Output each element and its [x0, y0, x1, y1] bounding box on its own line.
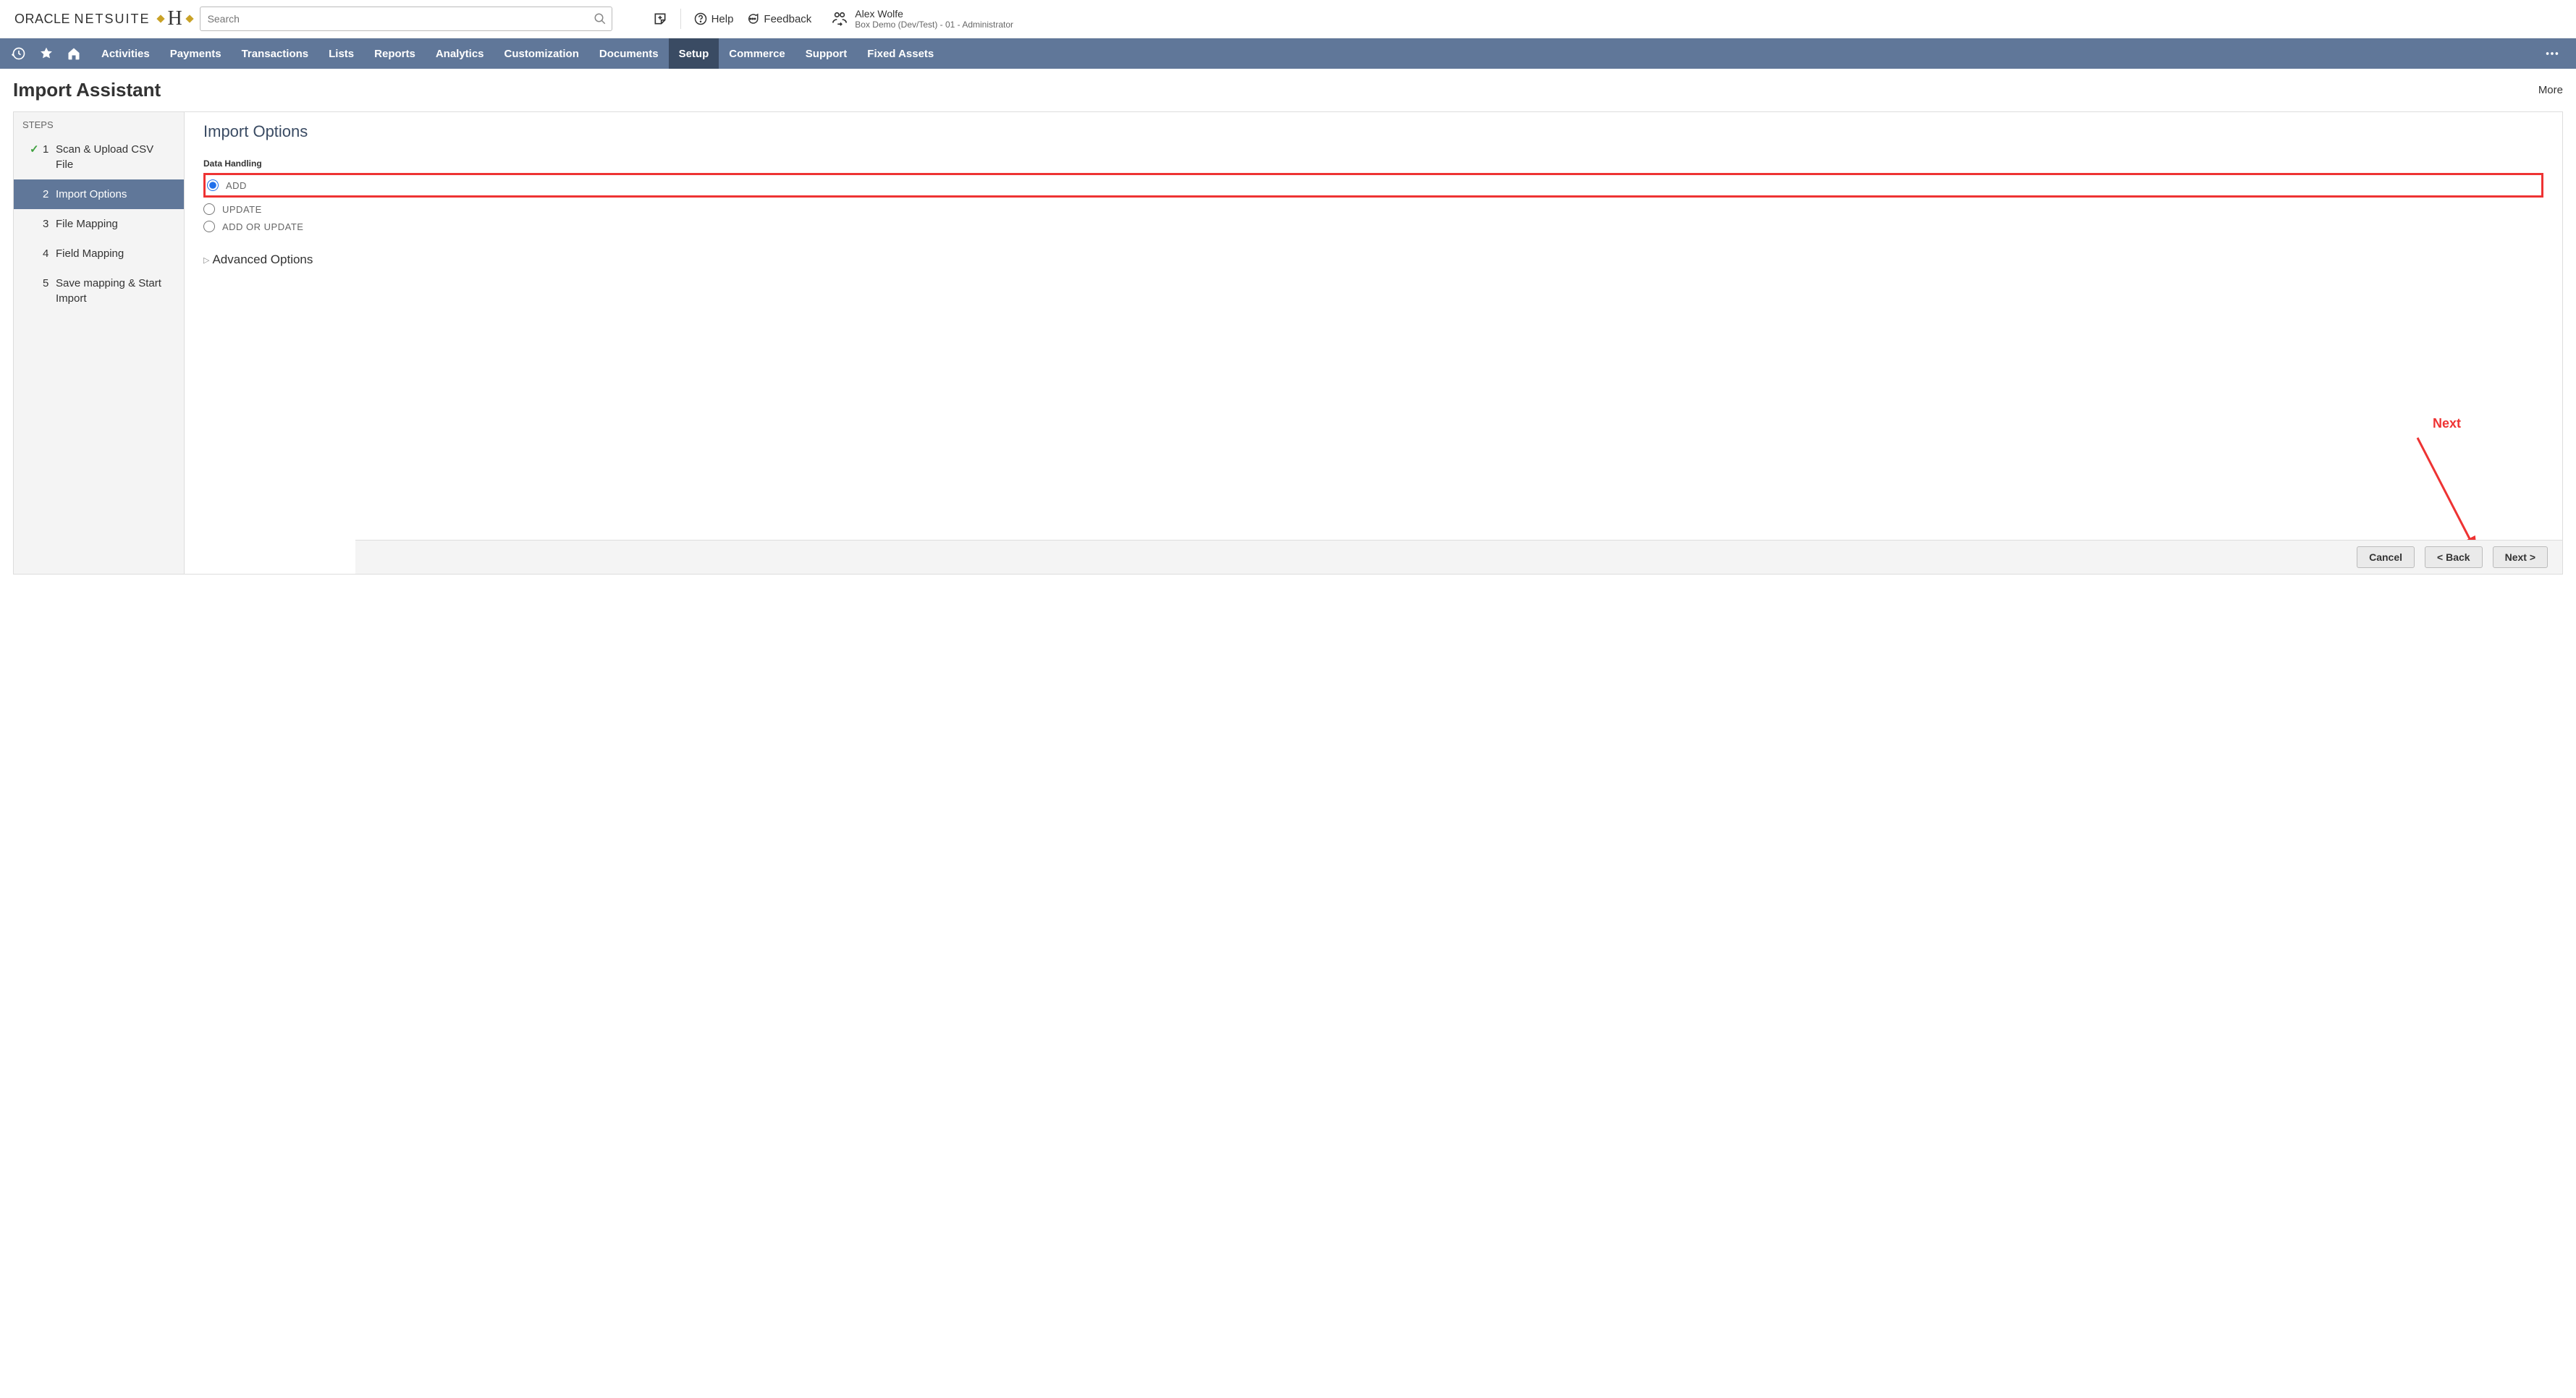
feedback-link[interactable]: Feedback [746, 12, 811, 25]
check-icon: ✓ [30, 142, 38, 172]
step-3[interactable]: 3 File Mapping [14, 209, 184, 239]
step-2[interactable]: 2 Import Options [14, 179, 184, 209]
nav-overflow-icon[interactable] [2537, 46, 2567, 62]
nav-tab-transactions[interactable]: Transactions [232, 38, 319, 69]
radio-row-add[interactable]: ADD [207, 177, 2537, 194]
search-input[interactable] [200, 7, 612, 31]
step-number: 4 [43, 246, 51, 261]
footer-bar: Cancel < Back Next > [355, 540, 2562, 574]
step-label: Scan & Upload CSV File [56, 142, 174, 172]
main-heading: Import Options [203, 122, 2543, 141]
page-title: Import Assistant [13, 79, 161, 101]
navbar: ActivitiesPaymentsTransactionsListsRepor… [0, 38, 2576, 69]
role-switch-icon [832, 11, 848, 27]
next-button[interactable]: Next > [2493, 546, 2548, 568]
cancel-button[interactable]: Cancel [2357, 546, 2415, 568]
user-box[interactable]: Alex Wolfe Box Demo (Dev/Test) - 01 - Ad… [832, 8, 1013, 30]
radio-update[interactable] [203, 203, 215, 215]
search-icon[interactable] [594, 12, 607, 25]
step-4[interactable]: 4 Field Mapping [14, 239, 184, 268]
radio-add-or-update-label: ADD OR UPDATE [222, 221, 303, 232]
star-icon[interactable] [39, 46, 54, 61]
step-5[interactable]: 5Save mapping & Start Import [14, 268, 184, 313]
main-pane: Import Options Data Handling ADD UPDATE … [185, 112, 2562, 574]
data-handling-label: Data Handling [203, 158, 2543, 169]
check-icon [30, 276, 38, 306]
back-button[interactable]: < Back [2425, 546, 2483, 568]
radio-add-or-update[interactable] [203, 221, 215, 232]
check-icon [30, 246, 38, 261]
radio-add-label: ADD [226, 180, 247, 191]
radio-row-add-or-update[interactable]: ADD OR UPDATE [203, 218, 2543, 235]
step-number: 3 [43, 216, 51, 232]
steps-header: STEPS [14, 112, 184, 135]
quick-add-icon[interactable] [653, 12, 667, 26]
nav-tab-analytics[interactable]: Analytics [426, 38, 494, 69]
nav-tab-commerce[interactable]: Commerce [719, 38, 795, 69]
step-number: 2 [43, 187, 51, 202]
step-number: 5 [43, 276, 51, 306]
step-label: Import Options [56, 187, 174, 202]
recent-icon[interactable] [12, 46, 26, 61]
radio-update-label: UPDATE [222, 204, 262, 215]
workspace: STEPS ✓1Scan & Upload CSV File 2 Import Op… [13, 111, 2563, 575]
page-header: Import Assistant More [0, 69, 2576, 111]
advanced-options-toggle[interactable]: ▷ Advanced Options [203, 253, 2543, 267]
topbar: ORACLE NETSUITE H Help Feedback Alex Wol… [0, 0, 2576, 38]
home-icon[interactable] [67, 46, 81, 61]
step-label: Field Mapping [56, 246, 174, 261]
more-link[interactable]: More [2538, 84, 2563, 96]
feedback-label: Feedback [764, 13, 811, 25]
steps-sidebar: STEPS ✓1Scan & Upload CSV File 2 Import Op… [14, 112, 185, 574]
nav-icons [9, 46, 88, 61]
nav-tab-payments[interactable]: Payments [160, 38, 232, 69]
step-label: Save mapping & Start Import [56, 276, 174, 306]
nav-tab-support[interactable]: Support [795, 38, 858, 69]
step-1[interactable]: ✓1Scan & Upload CSV File [14, 135, 184, 179]
user-role: Box Demo (Dev/Test) - 01 - Administrator [855, 20, 1013, 30]
expand-icon: ▷ [203, 255, 209, 265]
check-icon [30, 216, 38, 232]
logo-netsuite: NETSUITE [75, 12, 151, 26]
nav-tabs: ActivitiesPaymentsTransactionsListsRepor… [91, 38, 944, 69]
help-label: Help [711, 13, 734, 25]
nav-tab-reports[interactable]: Reports [364, 38, 426, 69]
nav-tab-activities[interactable]: Activities [91, 38, 160, 69]
radio-add[interactable] [207, 179, 219, 191]
step-number: 1 [43, 142, 51, 172]
annotation-highlight-add: ADD [203, 173, 2543, 198]
annotation-next-label: Next [2433, 416, 2461, 431]
search-wrapper [200, 7, 612, 31]
user-text: Alex Wolfe Box Demo (Dev/Test) - 01 - Ad… [855, 8, 1013, 30]
user-name: Alex Wolfe [855, 8, 1013, 20]
nav-tab-setup[interactable]: Setup [669, 38, 719, 69]
radio-row-update[interactable]: UPDATE [203, 200, 2543, 218]
topbar-actions: Help Feedback Alex Wolfe Box Demo (Dev/T… [653, 8, 1013, 30]
help-link[interactable]: Help [694, 12, 734, 25]
nav-tab-documents[interactable]: Documents [589, 38, 669, 69]
logo-oracle: ORACLE [14, 12, 70, 26]
advanced-options-label: Advanced Options [212, 253, 313, 267]
nav-tab-lists[interactable]: Lists [318, 38, 364, 69]
separator [680, 9, 681, 29]
oracle-netsuite-logo: ORACLE NETSUITE [14, 12, 151, 27]
check-icon [30, 187, 38, 202]
step-label: File Mapping [56, 216, 174, 232]
company-logo-icon: H [162, 6, 188, 32]
nav-tab-fixed-assets[interactable]: Fixed Assets [857, 38, 944, 69]
nav-tab-customization[interactable]: Customization [494, 38, 589, 69]
